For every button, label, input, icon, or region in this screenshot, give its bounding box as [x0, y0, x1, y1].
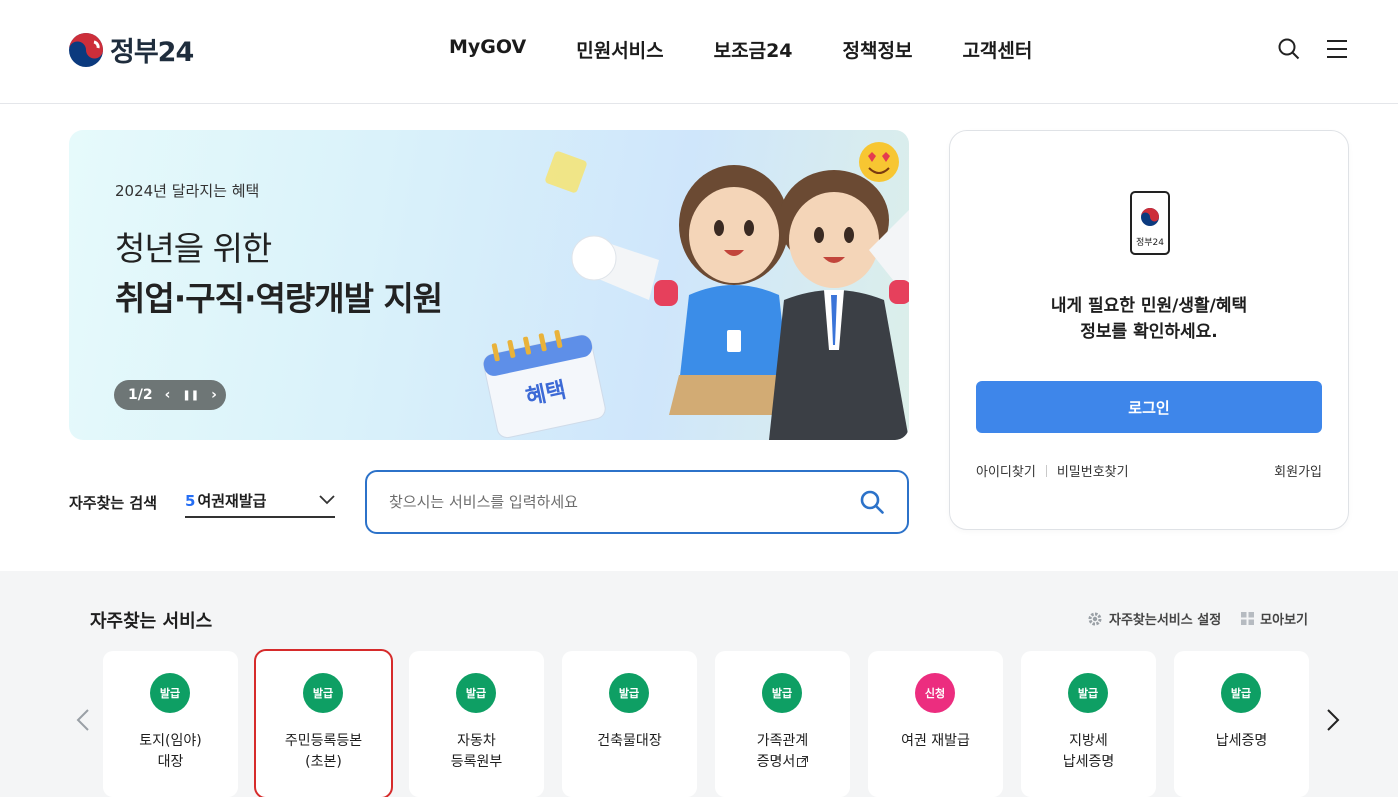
frequent-search-item: 여권재발급 — [197, 491, 267, 510]
main-nav: MyGOV 민원서비스 보조금24 정책정보 고객센터 — [449, 36, 1082, 63]
service-name: 지방세 납세증명 — [1062, 733, 1115, 770]
taegeuk-logo-icon — [69, 32, 103, 67]
find-password-link[interactable]: 비밀번호찾기 — [1057, 461, 1129, 480]
login-button[interactable]: 로그인 — [976, 381, 1322, 433]
issue-badge: 발급 — [1068, 673, 1108, 713]
frequent-search-current: 5 여권재발급 — [185, 490, 266, 511]
frequent-search-dropdown[interactable]: 5 여권재발급 — [185, 484, 335, 518]
service-card-tax-certificate[interactable]: 발급 납세증명 — [1174, 651, 1309, 797]
chevron-left-icon[interactable] — [72, 708, 96, 732]
mobile-device-icon: 정부24 — [1130, 191, 1170, 255]
nav-mygov[interactable]: MyGOV — [449, 36, 526, 63]
service-name: 여권 재발급 — [901, 733, 970, 749]
nav-subsidy24[interactable]: 보조금24 — [714, 36, 793, 63]
pause-icon[interactable]: ❚❚ — [182, 390, 199, 401]
search-icon[interactable] — [1277, 37, 1301, 61]
apply-badge: 신청 — [915, 673, 955, 713]
service-card-family-certificate[interactable]: 발급 가족관계 증명서 — [715, 651, 850, 797]
divider — [1045, 464, 1047, 477]
nav-customer-center[interactable]: 고객센터 — [962, 36, 1032, 63]
frequent-search-rank: 5 — [185, 491, 196, 510]
login-message-line2: 정보를 확인하세요. — [1080, 322, 1218, 342]
service-name: 주민등록등본 (초본) — [284, 733, 363, 770]
banner-page-indicator: 1/2 — [128, 387, 153, 403]
main-banner[interactable]: 2024년 달라지는 혜택 청년을 위한 취업·구직·역량개발 지원 1/2 ‹… — [69, 130, 909, 440]
banner-title-line2: 취업·구직·역량개발 지원 — [115, 279, 443, 318]
banner-illustration: 혜택 — [483, 142, 909, 440]
frequent-search-label: 자주찾는 검색 — [69, 494, 158, 512]
menu-icon[interactable] — [1325, 37, 1349, 61]
next-slide-icon[interactable]: › — [211, 387, 217, 403]
prev-slide-icon[interactable]: ‹ — [165, 387, 171, 403]
chevron-down-icon — [319, 495, 335, 505]
issue-badge: 발급 — [303, 673, 343, 713]
settings-label: 자주찾는서비스 설정 — [1108, 613, 1222, 628]
login-message-line1: 내게 필요한 민원/생활/혜택 — [1050, 296, 1248, 316]
frequent-services-title: 자주찾는 서비스 — [90, 611, 213, 632]
view-all-label: 모아보기 — [1260, 613, 1308, 628]
banner-title-line1: 청년을 위한 — [115, 229, 272, 268]
gear-icon — [1088, 612, 1102, 625]
account-links: 아이디찾기 비밀번호찾기 — [976, 461, 1129, 480]
nav-civil-service[interactable]: 민원서비스 — [576, 36, 663, 63]
service-card-vehicle-register[interactable]: 발급 자동차 등록원부 — [409, 651, 544, 797]
login-message: 내게 필요한 민원/생활/혜택 정보를 확인하세요. — [950, 293, 1348, 345]
service-search-input[interactable] — [389, 493, 859, 511]
device-label: 정부24 — [1135, 238, 1164, 248]
logo-text: 정부24 — [110, 37, 194, 68]
external-link-icon — [797, 756, 809, 767]
service-card-building-register[interactable]: 발급 건축물대장 — [562, 651, 697, 797]
service-card-land-register[interactable]: 발급 토지(임야) 대장 — [103, 651, 238, 797]
service-card-passport-reissue[interactable]: 신청 여권 재발급 — [868, 651, 1003, 797]
view-all-button[interactable]: 모아보기 — [1241, 609, 1308, 628]
grid-icon — [1241, 612, 1255, 625]
service-card-resident-register[interactable]: 발급 주민등록등본 (초본) — [254, 649, 393, 797]
service-search-box — [365, 470, 909, 534]
frequent-services-section: 자주찾는 서비스 자주찾는서비스 설정 모아보기 발급 토지(임야) 대장 발급… — [0, 571, 1398, 797]
service-name: 가족관계 증명서 — [715, 731, 850, 773]
frequent-services-tools: 자주찾는서비스 설정 모아보기 — [1087, 609, 1308, 628]
service-card-local-tax-certificate[interactable]: 발급 지방세 납세증명 — [1021, 651, 1156, 797]
login-card: 정부24 내게 필요한 민원/생활/혜택 정보를 확인하세요. 로그인 아이디찾… — [949, 130, 1349, 530]
banner-subtitle: 2024년 달라지는 혜택 — [115, 182, 260, 200]
taegeuk-mini-icon — [1141, 208, 1159, 226]
service-card-list: 발급 토지(임야) 대장 발급 주민등록등본 (초본) 발급 자동차 등록원부 … — [103, 649, 1309, 797]
chevron-right-icon[interactable] — [1320, 708, 1344, 732]
issue-badge: 발급 — [1221, 673, 1261, 713]
find-id-link[interactable]: 아이디찾기 — [976, 461, 1036, 480]
issue-badge: 발급 — [456, 673, 496, 713]
signup-link[interactable]: 회원가입 — [1274, 461, 1322, 480]
site-header: 정부24 MyGOV 민원서비스 보조금24 정책정보 고객센터 — [0, 0, 1398, 104]
service-name: 자동차 등록원부 — [450, 733, 503, 770]
search-submit-icon[interactable] — [859, 489, 885, 515]
issue-badge: 발급 — [762, 673, 802, 713]
service-name: 납세증명 — [1215, 733, 1268, 749]
service-name: 건축물대장 — [597, 733, 662, 749]
frequent-services-settings-button[interactable]: 자주찾는서비스 설정 — [1087, 609, 1221, 628]
banner-pager: 1/2 ‹ ❚❚ › — [114, 380, 226, 410]
issue-badge: 발급 — [609, 673, 649, 713]
issue-badge: 발급 — [150, 673, 190, 713]
logo[interactable]: 정부24 — [68, 30, 194, 69]
service-name: 토지(임야) 대장 — [139, 733, 202, 770]
nav-policy-info[interactable]: 정책정보 — [843, 36, 913, 63]
